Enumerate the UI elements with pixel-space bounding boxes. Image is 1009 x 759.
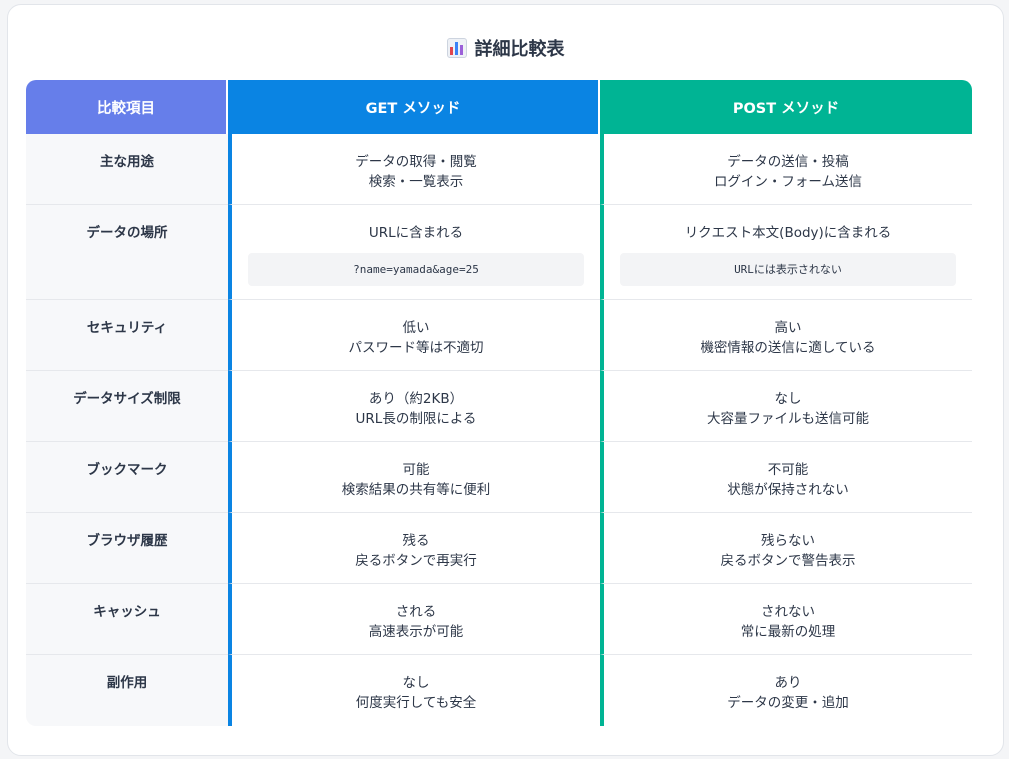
get-cell: あり（約2KB） URL長の制限による [228, 371, 600, 442]
cell-text: 可能 [402, 462, 430, 478]
cell-text: データの取得・閲覧 [355, 154, 477, 170]
table-row: ブックマーク 可能 検索結果の共有等に便利 不可能 状態が保持されない [26, 442, 972, 513]
row-label: 副作用 [26, 655, 228, 726]
code-note: URLには表示されない [620, 253, 956, 286]
cell-text: 検索結果の共有等に便利 [341, 482, 491, 498]
get-cell: 残る 戻るボタンで再実行 [228, 513, 600, 584]
row-label: ブックマーク [26, 442, 228, 513]
cell-text: 検索・一覧表示 [368, 174, 464, 190]
cell-text: 低い [402, 320, 430, 336]
table-row: データサイズ制限 あり（約2KB） URL長の制限による なし 大容量ファイルも… [26, 371, 972, 442]
cell-text: なし [402, 675, 430, 691]
get-cell: 可能 検索結果の共有等に便利 [228, 442, 600, 513]
table-row: セキュリティ 低い パスワード等は不適切 高い 機密情報の送信に適している [26, 300, 972, 371]
code-example: ?name=yamada&age=25 [248, 253, 584, 286]
header-get: GET メソッド [228, 80, 600, 134]
row-label: ブラウザ履歴 [26, 513, 228, 584]
cell-text: パスワード等は不適切 [348, 340, 484, 356]
get-cell: される 高速表示が可能 [228, 584, 600, 655]
cell-text: 状態が保持されない [727, 482, 849, 498]
table-row: 主な用途 データの取得・閲覧 検索・一覧表示 データの送信・投稿 ログイン・フォ… [26, 134, 972, 205]
cell-text: されない [761, 604, 815, 620]
post-cell: あり データの変更・追加 [600, 655, 972, 726]
get-cell: なし 何度実行しても安全 [228, 655, 600, 726]
row-label: 主な用途 [26, 134, 228, 205]
post-cell: リクエスト本文(Body)に含まれる URLには表示されない [600, 205, 972, 300]
cell-text: あり（約2KB） [368, 391, 464, 407]
cell-text: 戻るボタンで再実行 [355, 553, 477, 569]
get-cell: 低い パスワード等は不適切 [228, 300, 600, 371]
cell-text: 残らない [761, 533, 815, 549]
cell-text: 何度実行しても安全 [355, 695, 477, 711]
get-cell: データの取得・閲覧 検索・一覧表示 [228, 134, 600, 205]
page-title: 詳細比較表 [8, 35, 1003, 61]
cell-text: 戻るボタンで警告表示 [720, 553, 856, 569]
row-label: セキュリティ [26, 300, 228, 371]
cell-text: 不可能 [767, 462, 809, 478]
cell-text: 高速表示が可能 [368, 624, 464, 640]
cell-text: データの送信・投稿 [727, 154, 849, 170]
cell-text: ログイン・フォーム送信 [713, 174, 863, 190]
page-title-text: 詳細比較表 [474, 39, 565, 60]
table-row: 副作用 なし 何度実行しても安全 あり データの変更・追加 [26, 655, 972, 726]
row-label: データサイズ制限 [26, 371, 228, 442]
row-label: キャッシュ [26, 584, 228, 655]
cell-text: される [395, 604, 437, 620]
cell-text: 常に最新の処理 [740, 624, 836, 640]
comparison-table: 比較項目 GET メソッド POST メソッド 主な用途 データの取得・閲覧 検… [26, 80, 972, 726]
post-cell: 不可能 状態が保持されない [600, 442, 972, 513]
cell-text: リクエスト本文(Body)に含まれる [684, 225, 892, 241]
post-cell: 残らない 戻るボタンで警告表示 [600, 513, 972, 584]
get-cell: URLに含まれる ?name=yamada&age=25 [228, 205, 600, 300]
cell-text: URL長の制限による [355, 411, 477, 427]
cell-text: 機密情報の送信に適している [700, 340, 876, 356]
row-label: データの場所 [26, 205, 228, 300]
table-row: データの場所 URLに含まれる ?name=yamada&age=25 リクエス… [26, 205, 972, 300]
header-item: 比較項目 [26, 80, 228, 134]
bar-chart-icon [446, 38, 467, 58]
post-cell: 高い 機密情報の送信に適している [600, 300, 972, 371]
cell-text: URLに含まれる [368, 225, 464, 241]
cell-text: 大容量ファイルも送信可能 [707, 411, 869, 427]
post-cell: なし 大容量ファイルも送信可能 [600, 371, 972, 442]
cell-text: データの変更・追加 [727, 695, 849, 711]
cell-text: 残る [402, 533, 430, 549]
post-cell: されない 常に最新の処理 [600, 584, 972, 655]
cell-text: 高い [774, 320, 802, 336]
table-header-row: 比較項目 GET メソッド POST メソッド [26, 80, 972, 134]
cell-text: なし [774, 391, 802, 407]
post-cell: データの送信・投稿 ログイン・フォーム送信 [600, 134, 972, 205]
table-row: ブラウザ履歴 残る 戻るボタンで再実行 残らない 戻るボタンで警告表示 [26, 513, 972, 584]
table-row: キャッシュ される 高速表示が可能 されない 常に最新の処理 [26, 584, 972, 655]
cell-text: あり [774, 675, 802, 691]
header-post: POST メソッド [600, 80, 972, 134]
